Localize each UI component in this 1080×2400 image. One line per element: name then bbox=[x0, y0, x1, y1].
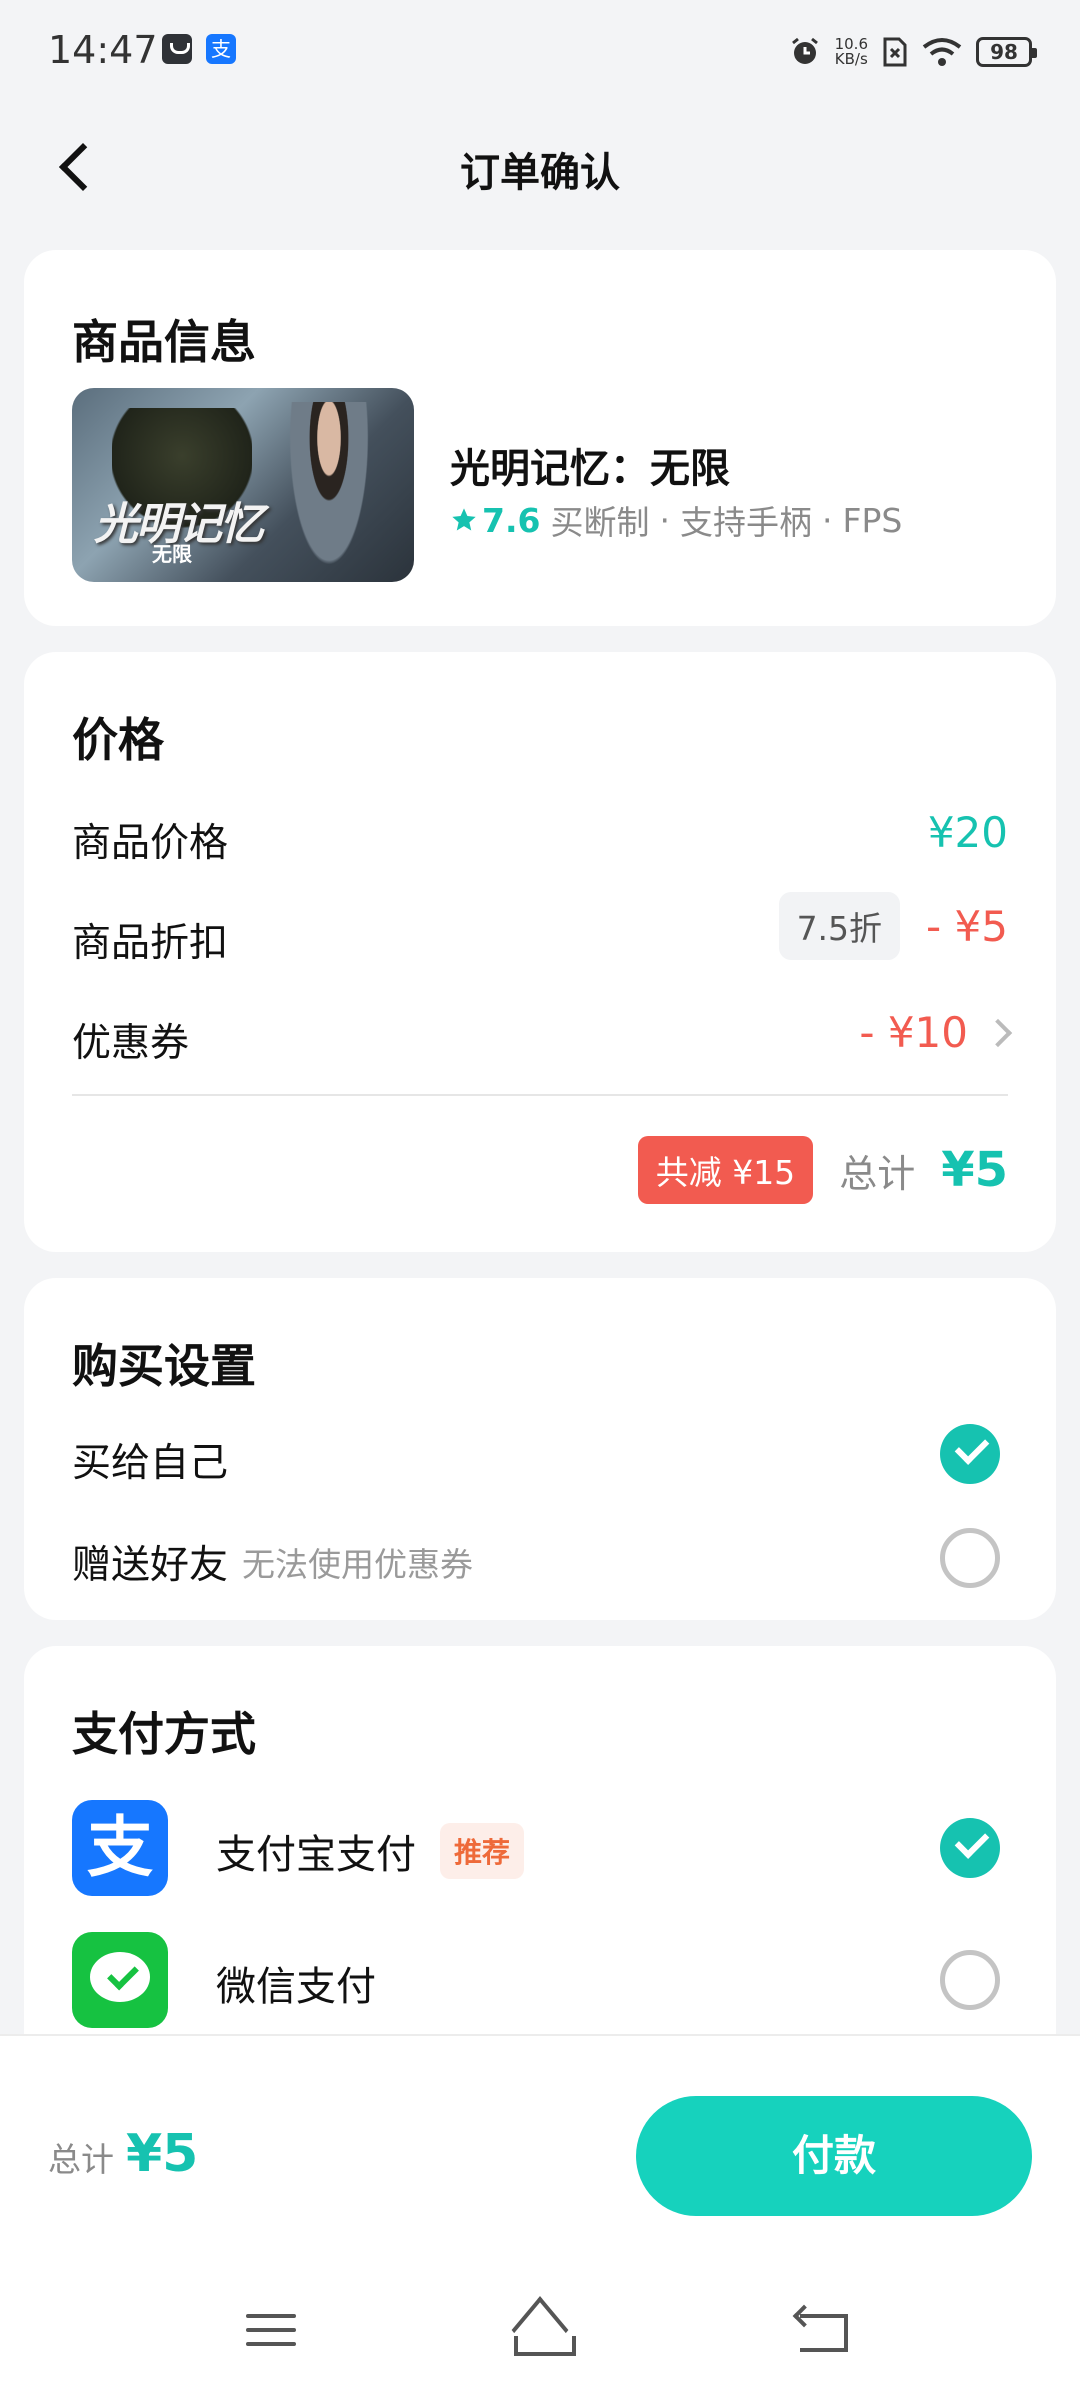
price-total-row: 共减 ¥15 总计 ¥5 bbox=[637, 1136, 1008, 1204]
product-section-title: 商品信息 bbox=[72, 315, 256, 369]
tag-purchase-type: 买断制 bbox=[550, 503, 650, 542]
tag-separator: · bbox=[659, 500, 670, 540]
purchase-section-title: 购买设置 bbox=[72, 1339, 256, 1393]
network-speed: 10.6 KB/s bbox=[835, 37, 868, 67]
discount-value: - ¥5 bbox=[926, 901, 1008, 951]
recommend-badge: 推荐 bbox=[440, 1823, 525, 1879]
tag-controller: 支持手柄 bbox=[679, 503, 812, 542]
total-value: ¥5 bbox=[941, 1142, 1008, 1198]
status-bar: 14:47 支 10.6 KB/s 98 bbox=[0, 0, 1080, 100]
tag-genre: FPS bbox=[842, 500, 903, 540]
item-price-value: ¥20 bbox=[927, 808, 1008, 857]
chevron-right-icon[interactable] bbox=[983, 1018, 1013, 1047]
bottom-total: 总计 ¥5 bbox=[48, 2124, 198, 2184]
saved-amount-badge: 共减 ¥15 bbox=[637, 1136, 814, 1204]
product-meta: 7.6 买断制 · 支持手柄 · FPS bbox=[450, 496, 902, 544]
wechat-pay-icon bbox=[72, 1932, 168, 2028]
cover-subtitle-text: 无限 bbox=[152, 542, 192, 566]
payment-section-title: 支付方式 bbox=[72, 1707, 256, 1761]
product-rating: 7.6 bbox=[450, 501, 540, 540]
wechat-pay-radio[interactable] bbox=[940, 1950, 1000, 2010]
status-time: 14:47 bbox=[48, 28, 158, 72]
bottom-total-value: ¥5 bbox=[126, 2124, 199, 2184]
purchase-settings-card: 购买设置 买给自己 赠送好友 无法使用优惠券 bbox=[24, 1278, 1056, 1620]
alipay-notification-icon: 支 bbox=[206, 34, 236, 64]
return-icon[interactable] bbox=[796, 2306, 850, 2352]
gift-friend-hint: 无法使用优惠券 bbox=[242, 1545, 474, 1584]
sim-icon bbox=[883, 37, 907, 67]
wifi-icon bbox=[922, 38, 962, 66]
header: 订单确认 bbox=[0, 100, 1080, 240]
price-card: 价格 商品价格 ¥20 商品折扣 7.5折 - ¥5 优惠券 - ¥10 共减 … bbox=[24, 652, 1056, 1252]
tag-separator: · bbox=[821, 500, 833, 540]
buy-for-self-label[interactable]: 买给自己 bbox=[72, 1432, 228, 1488]
discount-rate-tag: 7.5折 bbox=[778, 892, 901, 960]
price-section-title: 价格 bbox=[72, 713, 164, 767]
discount-label: 商品折扣 bbox=[72, 921, 229, 966]
pay-button[interactable]: 付款 bbox=[636, 2096, 1032, 2216]
payment-method-card: 支付方式 支 支付宝支付 推荐 微信支付 bbox=[24, 1646, 1056, 2066]
home-icon[interactable] bbox=[508, 2302, 576, 2356]
buy-for-self-radio-checked[interactable] bbox=[940, 1424, 1000, 1484]
gift-friend-label[interactable]: 赠送好友 bbox=[72, 1534, 228, 1590]
gift-friend-option[interactable]: 赠送好友 无法使用优惠券 bbox=[72, 1534, 473, 1590]
system-nav-bar bbox=[0, 2280, 1080, 2390]
status-indicators: 10.6 KB/s 98 bbox=[789, 32, 1037, 72]
alipay-icon: 支 bbox=[72, 1800, 168, 1896]
item-price-label: 商品价格 bbox=[72, 821, 229, 866]
rating-value: 7.6 bbox=[482, 500, 541, 540]
battery-indicator: 98 bbox=[976, 37, 1037, 67]
gift-friend-radio[interactable] bbox=[940, 1528, 1000, 1588]
coupon-row[interactable]: - ¥10 bbox=[859, 1008, 1013, 1057]
alarm-icon bbox=[791, 37, 818, 64]
alipay-label[interactable]: 支付宝支付 bbox=[216, 1822, 416, 1880]
page-title: 订单确认 bbox=[460, 150, 620, 196]
discount-row-right: 7.5折 - ¥5 bbox=[778, 892, 1008, 960]
alipay-option[interactable]: 支付宝支付 推荐 bbox=[216, 1822, 525, 1880]
product-name: 光明记忆：无限 bbox=[450, 446, 730, 492]
wechat-bubble-icon bbox=[90, 1952, 150, 2002]
total-label: 总计 bbox=[839, 1151, 916, 1196]
product-info-card: 商品信息 光明记忆 无限 光明记忆：无限 7.6 买断制 · 支持手柄 · FP… bbox=[24, 250, 1056, 626]
star-icon bbox=[452, 508, 476, 531]
coupon-value[interactable]: - ¥10 bbox=[859, 1008, 968, 1057]
cover-character-figure bbox=[284, 402, 374, 582]
alipay-radio-checked[interactable] bbox=[940, 1818, 1000, 1878]
coupon-label: 优惠券 bbox=[72, 1021, 190, 1066]
divider bbox=[72, 1094, 1008, 1096]
game-cover-image[interactable]: 光明记忆 无限 bbox=[72, 388, 414, 582]
speed-unit: KB/s bbox=[834, 50, 868, 68]
bottom-total-label: 总计 bbox=[48, 2140, 114, 2179]
notification-app-icon bbox=[162, 34, 192, 64]
item-price-row-right: ¥20 bbox=[928, 808, 1008, 857]
wechat-pay-label[interactable]: 微信支付 bbox=[216, 1954, 376, 2012]
menu-icon[interactable] bbox=[246, 2310, 296, 2350]
